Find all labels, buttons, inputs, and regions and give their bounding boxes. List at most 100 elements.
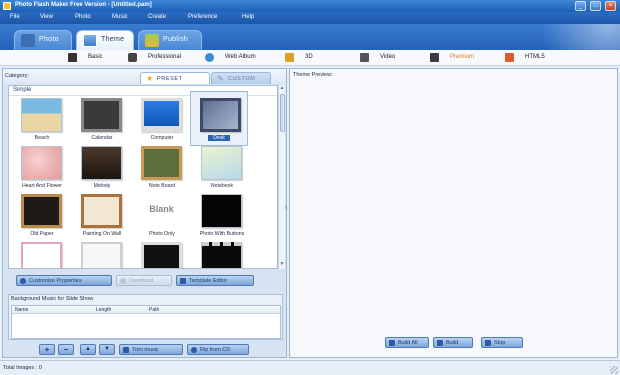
close-button[interactable]: ×: [605, 1, 616, 11]
title-bar: Photo Flash Maker Free Version - [Untitl…: [0, 0, 620, 12]
background-music-section: Background Music for Slide Show Name Len…: [8, 294, 283, 340]
theme-preview-panel: Theme Preview: Build All Build Stop: [289, 68, 618, 358]
logo-glow: [500, 24, 620, 50]
menu-music[interactable]: Music: [112, 14, 128, 20]
settings-icon: [20, 278, 26, 284]
premium-icon: [430, 53, 439, 62]
menu-photo[interactable]: Photo: [75, 14, 91, 20]
template-melody[interactable]: Melody: [73, 146, 131, 194]
camera-icon: [128, 53, 137, 62]
category-label: Video: [380, 54, 396, 60]
template-thumbnail: [21, 146, 62, 180]
tab-photo[interactable]: Photo: [14, 30, 72, 50]
remove-music-button[interactable]: −: [58, 344, 74, 355]
template-thumbnail: [81, 242, 122, 268]
template-old-paper[interactable]: Old Paper: [13, 194, 71, 242]
category-label: 3D: [305, 54, 313, 60]
template-thumbnail: [81, 98, 122, 132]
template-name: Calendar: [91, 135, 113, 141]
menu-help[interactable]: Help: [242, 14, 254, 20]
template-computer[interactable]: Computer: [133, 98, 191, 146]
template-editor-button[interactable]: Template Editor: [176, 275, 254, 286]
tab-preset-label: Preset: [157, 76, 183, 82]
resize-grip-icon[interactable]: [610, 366, 618, 374]
customize-properties-button[interactable]: Customize Properties: [16, 275, 112, 286]
template-calendar[interactable]: Calendar: [73, 98, 131, 146]
tab-publish[interactable]: Publish: [138, 30, 202, 50]
template-heart-and-flower[interactable]: Heart And Flower: [13, 146, 71, 194]
button-label: Rip from CD: [200, 347, 231, 353]
video-icon: [360, 53, 369, 62]
stop-icon: [485, 340, 491, 346]
maximize-button[interactable]: □: [590, 1, 601, 11]
template-notebook[interactable]: Notebook: [193, 146, 251, 194]
template-note-board[interactable]: Note Board: [133, 146, 191, 194]
template-thumbnail: [200, 98, 241, 132]
publish-icon: [145, 34, 159, 47]
category-bar: Basic Professional Web Album 3D Video Pr…: [0, 50, 620, 66]
template-beach[interactable]: Beach: [13, 98, 71, 146]
add-music-button[interactable]: +: [39, 344, 55, 355]
rip-from-cd-button[interactable]: Rip from CD: [187, 344, 249, 355]
tab-theme-label: Theme: [101, 36, 125, 43]
button-label: Template Editor: [189, 278, 228, 284]
menu-file[interactable]: File: [10, 14, 20, 20]
trim-music-button[interactable]: Trim music: [119, 344, 183, 355]
move-down-button[interactable]: ▼: [99, 344, 115, 355]
template-scrollbar[interactable]: ▲ ▼: [278, 85, 285, 269]
tab-custom-label: Custom: [228, 76, 256, 82]
template-name: Computer: [150, 135, 174, 141]
move-up-button[interactable]: ▲: [80, 344, 96, 355]
blank-thumbnail: Blank: [141, 194, 182, 228]
template-name: Note Board: [148, 183, 176, 189]
app-icon: [3, 2, 11, 10]
scroll-up-arrow-icon[interactable]: ▲: [279, 85, 285, 92]
category-heading: Category:: [5, 73, 29, 79]
template-photo-only[interactable]: Blank Photo Only: [133, 194, 191, 242]
template-name: Photo Only: [149, 231, 175, 237]
template-partial-4[interactable]: [193, 242, 251, 268]
theme-icon: [83, 34, 97, 47]
button-label: Stop: [494, 340, 506, 346]
scroll-down-arrow-icon[interactable]: ▼: [279, 261, 285, 268]
template-thumbnail: [21, 98, 62, 132]
button-label: Download: [129, 278, 154, 284]
template-partial-2[interactable]: [73, 242, 131, 268]
html5-icon: [505, 53, 514, 62]
theme-preview-label: Theme Preview:: [293, 72, 333, 78]
column-path[interactable]: Path: [149, 307, 159, 313]
music-table[interactable]: Name Length Path: [11, 305, 281, 339]
menu-preference[interactable]: Preference: [188, 14, 217, 20]
column-name[interactable]: Name: [15, 307, 28, 313]
template-thumbnail: [81, 194, 122, 228]
template-thumbnail: [201, 194, 242, 228]
button-label: Build: [446, 340, 459, 346]
column-length[interactable]: Length: [96, 307, 111, 313]
minimize-button[interactable]: _: [575, 1, 586, 11]
template-name: Beach: [34, 135, 50, 141]
custom-icon: ✎: [217, 74, 225, 83]
template-painting-on-wall[interactable]: Painting On Wall: [73, 194, 131, 242]
scroll-thumb[interactable]: [280, 94, 285, 132]
build-all-button[interactable]: Build All: [385, 337, 429, 348]
button-label: Build All: [398, 340, 418, 346]
template-partial-1[interactable]: [13, 242, 71, 268]
build-button[interactable]: Build: [433, 337, 473, 348]
total-images-count: Total Images : 0: [3, 365, 42, 371]
tab-theme[interactable]: Theme: [76, 30, 134, 50]
button-label: Trim music: [132, 347, 159, 353]
tab-preset[interactable]: ★ Preset: [140, 72, 210, 84]
edit-icon: [180, 278, 186, 284]
download-icon: [120, 278, 126, 284]
template-partial-3[interactable]: [133, 242, 191, 268]
template-photo-with-buttons[interactable]: Photo With Buttons: [193, 194, 251, 242]
group-label: Simple: [13, 87, 32, 93]
menu-view[interactable]: View: [40, 14, 53, 20]
menu-create[interactable]: Create: [148, 14, 166, 20]
download-button[interactable]: Download: [116, 275, 172, 286]
stop-button[interactable]: Stop: [481, 337, 523, 348]
template-desk[interactable]: Desk: [190, 91, 248, 146]
template-thumbnail: [201, 242, 242, 268]
build-icon: [437, 340, 443, 346]
tab-custom[interactable]: ✎ Custom: [211, 72, 271, 84]
